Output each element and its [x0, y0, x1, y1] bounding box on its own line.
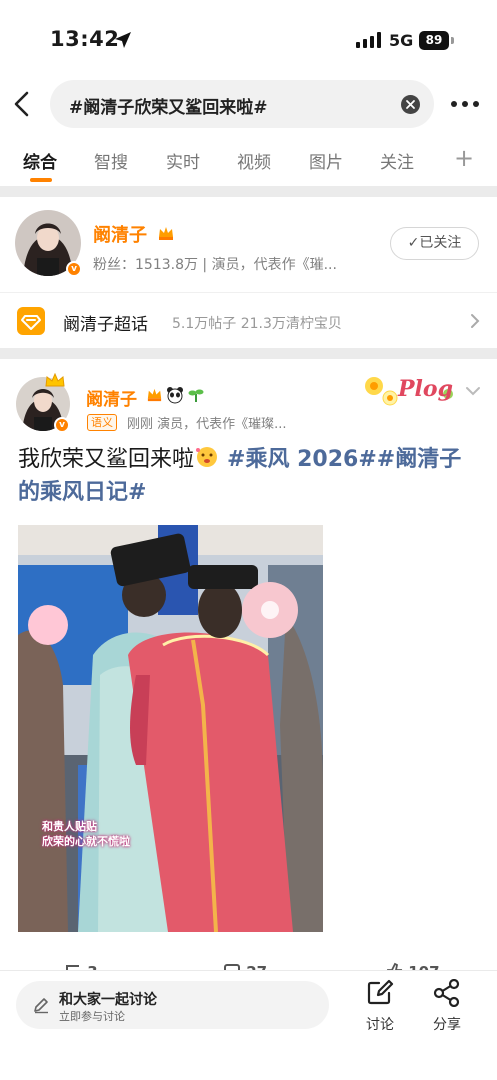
discuss-title: 和大家一起讨论 [59, 992, 157, 1008]
check-icon: ✓ [407, 235, 420, 251]
chevron-right-icon [471, 314, 480, 328]
image-caption-line-1: 和贵人贴贴 [42, 820, 97, 833]
search-input[interactable]: #阚清子欣荣又鲨回来啦# [50, 80, 434, 128]
edit-square-icon [367, 979, 394, 1005]
plog-sticker: Plog [360, 366, 458, 414]
following-button[interactable]: ✓已关注 [390, 227, 479, 260]
tab-realtime[interactable]: 实时 [166, 148, 200, 173]
post-body: 我欣荣又鲨回来啦 #乘风 2026##阚清子的乘风日记# [18, 443, 480, 509]
post-author-name[interactable]: 阚清子 [86, 385, 137, 410]
discuss-label: 讨论 [366, 1017, 394, 1033]
panda-icon [167, 387, 183, 404]
location-arrow-icon [115, 32, 131, 48]
verified-badge-icon: v [54, 417, 70, 433]
search-header: #阚清子欣荣又鲨回来啦# [0, 78, 497, 132]
post-text: 我欣荣又鲨回来啦 [18, 447, 195, 472]
image-caption-line-2: 欣荣的心就不慌啦 [42, 835, 130, 848]
battery-tip [451, 37, 454, 44]
bottom-bar: 和大家一起讨论 立即参与讨论 讨论 分享 [0, 970, 497, 1080]
discuss-input[interactable]: 和大家一起讨论 立即参与讨论 [16, 981, 329, 1029]
active-tab-indicator [30, 178, 52, 182]
search-query: #阚清子欣荣又鲨回来啦# [69, 98, 268, 118]
profile-description: 粉丝：1513.8万 | 演员，代表作《璀... [93, 257, 337, 273]
avatar-crown-icon [45, 373, 65, 387]
discuss-button[interactable]: 讨论 [357, 979, 403, 1034]
status-bar: 13:42 5G 89 [0, 0, 497, 78]
crown-badge-icon [159, 227, 173, 240]
discuss-subtitle: 立即参与讨论 [59, 1010, 125, 1023]
battery-indicator: 89 [419, 31, 449, 50]
tab-video[interactable]: 视频 [237, 148, 271, 173]
network-type: 5G [389, 31, 414, 50]
tab-smart-search[interactable]: 智搜 [94, 148, 128, 173]
share-icon [433, 978, 460, 1008]
more-icon[interactable] [450, 100, 480, 108]
pen-icon [34, 998, 48, 1014]
tab-comprehensive[interactable]: 综合 [23, 148, 57, 173]
sprout-icon [188, 389, 204, 402]
profile-card[interactable]: v 阚清子 粉丝：1513.8万 | 演员，代表作《璀... ✓已关注 [0, 197, 497, 289]
tab-following[interactable]: 关注 [380, 148, 414, 173]
verified-badge-icon: v [66, 261, 82, 277]
back-chevron-icon[interactable] [10, 90, 34, 118]
face-emoji-icon [194, 447, 220, 472]
post-meta: 刚刚 演员，代表作《璀璨... [127, 417, 287, 432]
section-divider [0, 348, 497, 359]
search-tabs: 综合 智搜 实时 视频 图片 关注 + [0, 140, 497, 184]
add-tab-button[interactable]: + [454, 144, 474, 172]
crown-badge-icon [147, 388, 162, 402]
cellular-signal-icon [356, 32, 381, 48]
share-label: 分享 [433, 1017, 461, 1033]
plog-sticker-text: Plog [397, 376, 453, 402]
chevron-down-icon[interactable] [465, 386, 481, 396]
supertopic-stats: 5.1万帖子 21.3万清柠宝贝 [172, 316, 342, 332]
supertopic-name: 阚清子超话 [63, 315, 148, 335]
post-tag: 语义 [87, 414, 117, 431]
supertopic-icon [17, 307, 45, 335]
status-time: 13:42 [50, 27, 120, 51]
share-button[interactable]: 分享 [424, 978, 470, 1034]
tab-images[interactable]: 图片 [309, 148, 343, 173]
section-divider [0, 186, 497, 197]
post-image[interactable]: 和贵人贴贴 欣荣的心就不慌啦 [18, 525, 323, 932]
clear-icon[interactable] [401, 95, 420, 114]
following-label: 已关注 [419, 235, 462, 251]
supertopic-row[interactable]: 阚清子超话 5.1万帖子 21.3万清柠宝贝 [0, 292, 497, 348]
image-caption: 和贵人贴贴 欣荣的心就不慌啦 [42, 819, 130, 849]
profile-name[interactable]: 阚清子 [93, 221, 147, 247]
